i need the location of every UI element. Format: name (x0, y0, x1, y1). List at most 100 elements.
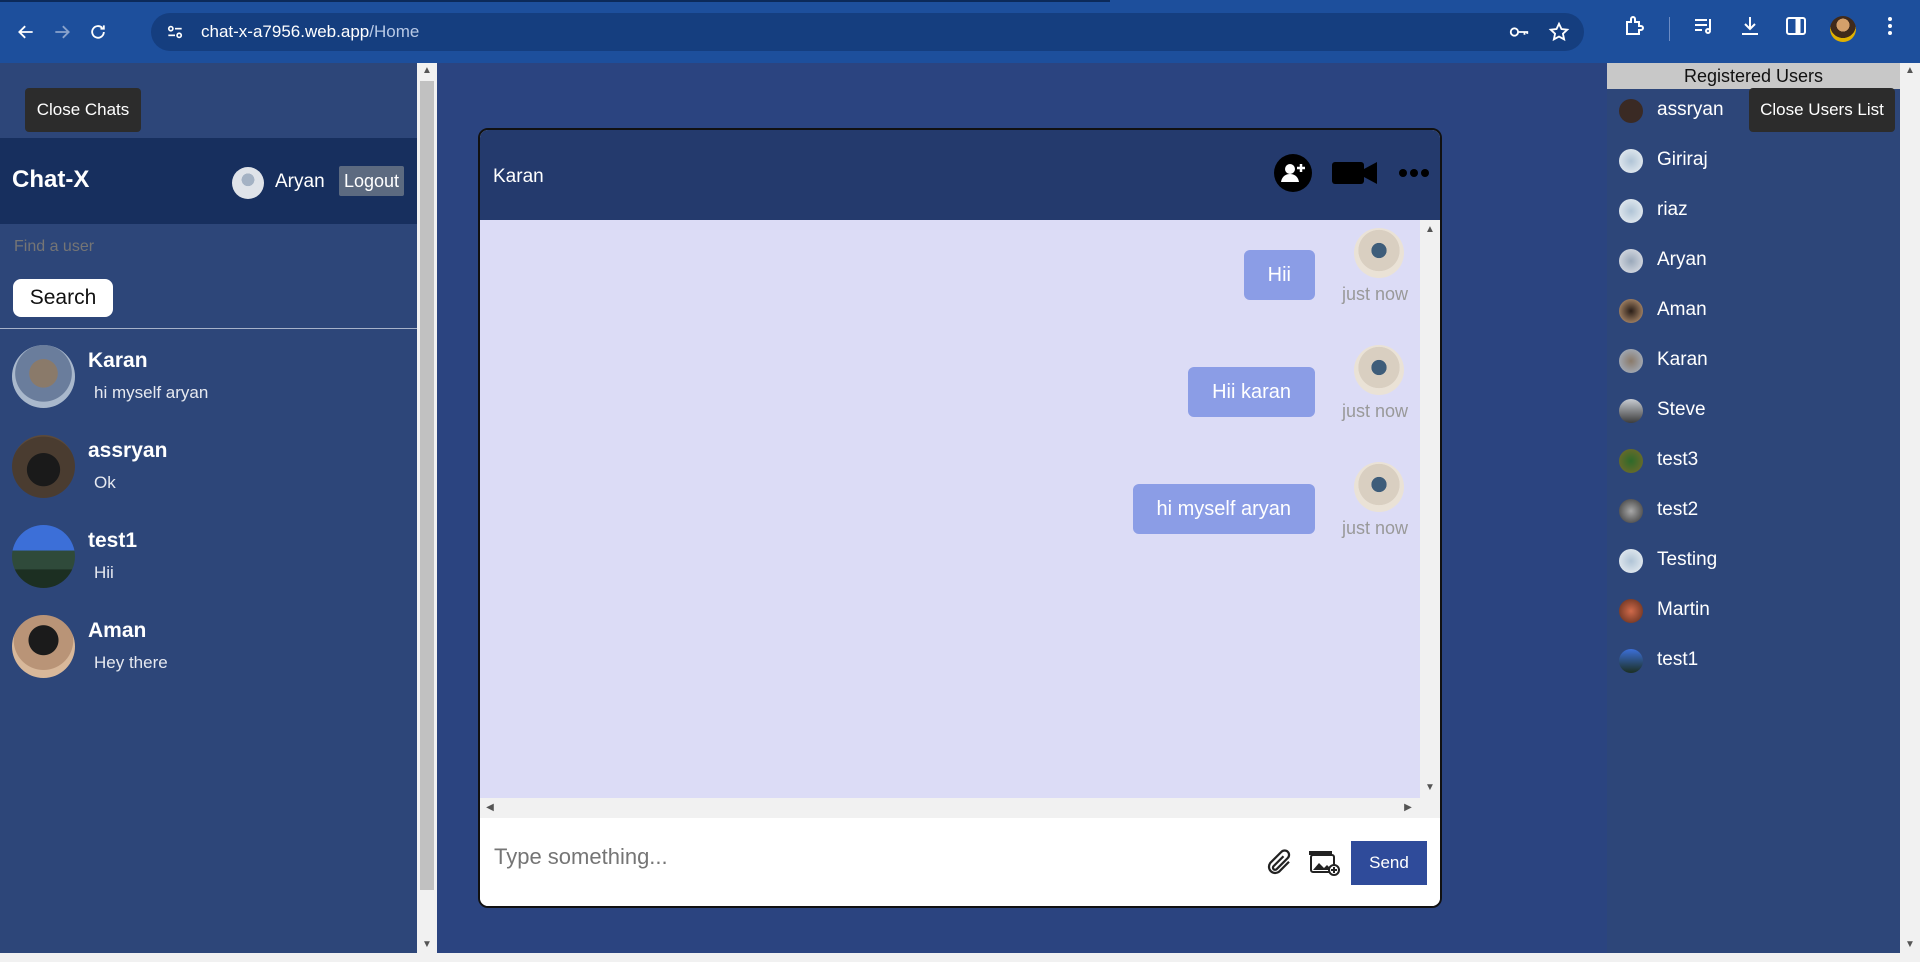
user-avatar (1619, 349, 1643, 373)
user-list: assryan Giriraj riaz Aryan Aman Karan St… (1607, 97, 1900, 697)
scroll-right-arrow[interactable]: ▶ (1398, 800, 1418, 816)
close-users-list-button[interactable]: Close Users List (1749, 88, 1895, 132)
message: Hii just now (480, 220, 1420, 320)
attach-file-icon[interactable] (1264, 848, 1294, 883)
find-user-input[interactable] (14, 238, 394, 256)
chat-avatar (12, 525, 75, 588)
user-list-item[interactable]: Steve (1607, 397, 1900, 447)
media-playlist-icon[interactable] (1692, 14, 1716, 43)
user-list-item[interactable]: Aryan (1607, 247, 1900, 297)
user-list-item[interactable]: Testing (1607, 547, 1900, 597)
more-options-icon[interactable] (1398, 168, 1430, 178)
user-list-item[interactable]: test2 (1607, 497, 1900, 547)
bookmark-star-icon[interactable] (1548, 21, 1570, 48)
registered-users-panel: Registered Users assryan Giriraj riaz Ar… (1607, 63, 1900, 953)
forward-icon[interactable] (44, 14, 80, 50)
user-list-item[interactable]: Aman (1607, 297, 1900, 347)
user-list-item[interactable]: Karan (1607, 347, 1900, 397)
user-name: Aman (1657, 299, 1707, 320)
user-avatar (1619, 99, 1643, 123)
user-avatar (1619, 249, 1643, 273)
search-button[interactable]: Search (13, 279, 113, 317)
user-avatar (1619, 649, 1643, 673)
send-button[interactable]: Send (1351, 841, 1427, 885)
user-name: Aryan (1657, 249, 1707, 270)
password-key-icon[interactable] (1508, 21, 1530, 48)
message: hi myself aryan just now (480, 454, 1420, 554)
extensions-icon[interactable] (1623, 14, 1647, 43)
chat-list-item[interactable]: assryan Ok (0, 429, 417, 519)
add-image-icon[interactable] (1308, 848, 1340, 883)
close-chats-button[interactable]: Close Chats (25, 88, 141, 132)
user-avatar (1619, 499, 1643, 523)
user-name: test3 (1657, 449, 1699, 470)
scroll-up-arrow[interactable]: ▲ (417, 63, 437, 79)
sidebar-scrollbar[interactable]: ▲ ▼ (417, 63, 437, 953)
message-avatar (1354, 462, 1404, 512)
site-info-icon[interactable] (165, 22, 185, 42)
profile-avatar[interactable] (1830, 15, 1856, 42)
message-time: just now (1341, 518, 1408, 538)
user-avatar (1619, 149, 1643, 173)
messages-horizontal-scrollbar[interactable]: ◀ ▶ (480, 798, 1440, 818)
back-icon[interactable] (8, 14, 44, 50)
registered-users-title: Registered Users (1607, 63, 1900, 89)
chat-name: test1 (88, 529, 138, 552)
message-time: just now (1341, 284, 1408, 304)
user-name: Martin (1657, 599, 1710, 620)
message-composer: Send (480, 818, 1440, 906)
add-user-icon[interactable] (1274, 154, 1312, 192)
message-bubble: Hii karan (1188, 367, 1315, 417)
current-user-name: Aryan (275, 171, 325, 192)
url-text[interactable]: chat-x-a7956.web.app/Home (201, 22, 419, 42)
reload-icon[interactable] (80, 14, 116, 50)
message-avatar (1354, 228, 1404, 278)
user-list-item[interactable]: test1 (1607, 647, 1900, 697)
message-time: just now (1341, 401, 1408, 421)
user-list-item[interactable]: riaz (1607, 197, 1900, 247)
chat-list-item[interactable]: test1 Hii (0, 519, 417, 609)
user-list-item[interactable]: Giriraj (1607, 147, 1900, 197)
users-panel-scrollbar[interactable]: ▲ ▼ (1900, 63, 1920, 953)
scroll-down-arrow[interactable]: ▼ (417, 937, 437, 953)
chat-list-item[interactable]: Aman Hey there (0, 609, 417, 699)
browser-toolbar: chat-x-a7956.web.app/Home (0, 0, 1920, 63)
address-bar[interactable]: chat-x-a7956.web.app/Home (151, 13, 1584, 51)
page-horizontal-scrollbar[interactable] (0, 953, 1920, 962)
user-list-item[interactable]: Martin (1607, 597, 1900, 647)
scroll-left-arrow[interactable]: ◀ (480, 800, 500, 816)
user-avatar (1619, 199, 1643, 223)
download-icon[interactable] (1738, 14, 1762, 43)
user-name: Testing (1657, 549, 1718, 570)
message-bubble: Hii (1243, 250, 1315, 300)
message-input[interactable] (494, 844, 1094, 870)
messages-area: Hii just now Hii karan just now hi mysel… (480, 220, 1420, 798)
chat-avatar (12, 435, 75, 498)
chat-name: Karan (88, 349, 148, 372)
chat-avatar (12, 345, 75, 408)
scroll-down-arrow[interactable]: ▼ (1900, 937, 1920, 953)
logout-button[interactable]: Logout (339, 166, 404, 196)
tab-strip-edge (0, 0, 1110, 2)
side-panel-icon[interactable] (1784, 14, 1808, 43)
scroll-up-arrow[interactable]: ▲ (1900, 63, 1920, 79)
user-list-item[interactable]: test3 (1607, 447, 1900, 497)
chat-list-item[interactable]: Karan hi myself aryan (0, 339, 417, 429)
messages-vertical-scrollbar[interactable]: ▲ ▼ (1420, 220, 1440, 798)
scrollbar-thumb[interactable] (420, 81, 434, 890)
user-avatar (1619, 549, 1643, 573)
user-name: test2 (1657, 499, 1699, 520)
user-avatar (1619, 599, 1643, 623)
current-user-avatar (232, 167, 264, 199)
chat-window: Karan Hii just now Hii karan just now hi… (478, 128, 1442, 908)
user-avatar (1619, 299, 1643, 323)
user-name: Steve (1657, 399, 1706, 420)
scroll-up-arrow[interactable]: ▲ (1420, 222, 1440, 238)
chat-partner-name: Karan (493, 166, 544, 187)
menu-dots-icon[interactable] (1878, 14, 1902, 43)
user-name: test1 (1657, 649, 1699, 670)
scroll-down-arrow[interactable]: ▼ (1420, 780, 1440, 796)
message: Hii karan just now (480, 337, 1420, 437)
chat-name: assryan (88, 439, 168, 462)
video-call-icon[interactable] (1332, 160, 1378, 186)
